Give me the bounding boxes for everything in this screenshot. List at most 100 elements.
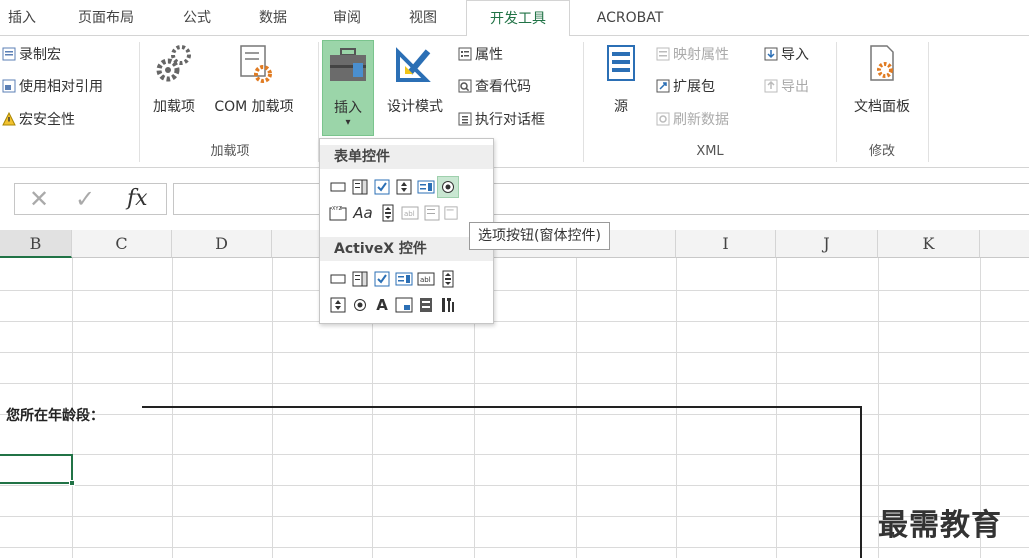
combo-dropdown-edit-icon	[444, 203, 458, 223]
com-addins-label: COM 加载项	[214, 99, 294, 115]
more-controls-icon[interactable]	[438, 295, 458, 315]
activex-scroll-bar-icon[interactable]	[438, 269, 458, 289]
option-button-tooltip: 选项按钮(窗体控件)	[469, 222, 610, 250]
svg-text:abl: abl	[404, 210, 415, 218]
insert-label: 插入	[334, 100, 362, 116]
tab-formulas[interactable]: 公式	[172, 0, 222, 36]
toolbox-icon	[330, 48, 366, 81]
fill-handle[interactable]	[69, 480, 75, 486]
activex-label-icon[interactable]: A	[372, 295, 392, 315]
refresh-data-button[interactable]: 刷新数据	[656, 109, 729, 131]
export-label: 导出	[781, 79, 809, 95]
grid-line	[0, 352, 1029, 353]
tab-acrobat[interactable]: ACROBAT	[580, 0, 680, 36]
insert-controls-dropdown: 表单控件 XYZ Aa abl ActiveX 控件 abl A	[319, 138, 494, 324]
column-header-i[interactable]: I	[676, 230, 776, 258]
properties-button[interactable]: 属性	[458, 44, 503, 66]
map-properties-button[interactable]: 映射属性	[656, 44, 729, 66]
column-header-j[interactable]: J	[776, 230, 878, 258]
insert-control-button[interactable]: 插入 ▾	[322, 40, 374, 136]
activex-text-box-icon[interactable]: abl	[416, 269, 436, 289]
list-box-icon[interactable]	[416, 177, 436, 197]
run-dialog-label: 执行对话框	[475, 112, 545, 128]
column-header-d[interactable]: D	[172, 230, 272, 258]
document-panel-button[interactable]: 文档面板	[844, 44, 920, 124]
activex-list-box-icon[interactable]	[394, 269, 414, 289]
properties-label: 属性	[475, 47, 503, 63]
formula-buttons: ✕ ✓ fx	[14, 183, 167, 215]
formula-input[interactable]	[173, 183, 1029, 215]
export-button[interactable]: 导出	[764, 76, 809, 98]
tab-data[interactable]: 数据	[248, 0, 298, 36]
tab-developer[interactable]: 开发工具	[466, 0, 570, 37]
insert-function-icon[interactable]: fx	[127, 186, 148, 211]
combo-box-icon[interactable]	[350, 177, 370, 197]
record-macro-icon	[2, 47, 16, 61]
active-cell[interactable]	[0, 454, 75, 486]
tab-view[interactable]: 视图	[398, 0, 448, 36]
svg-text:abl: abl	[420, 276, 431, 284]
macro-security-button[interactable]: 宏安全性	[2, 109, 75, 131]
map-properties-icon	[656, 47, 670, 61]
tab-review[interactable]: 审阅	[322, 0, 372, 36]
grid-line	[0, 290, 1029, 291]
option-button-icon[interactable]	[437, 176, 459, 198]
activex-controls-header: ActiveX 控件	[320, 237, 493, 261]
combo-list-edit-icon	[422, 203, 442, 223]
import-button[interactable]: 导入	[764, 44, 809, 66]
enter-icon[interactable]: ✓	[75, 185, 95, 213]
design-mode-icon	[396, 47, 431, 82]
design-mode-label: 设计模式	[387, 99, 443, 115]
addins-group-label: 加载项	[210, 144, 250, 159]
relative-reference-icon	[2, 79, 16, 93]
activex-option-button-icon[interactable]	[350, 295, 370, 315]
label-control-icon[interactable]: Aa	[350, 203, 376, 223]
xml-source-icon	[607, 45, 635, 81]
activex-toggle-button-icon[interactable]	[416, 295, 436, 315]
expansion-packs-icon	[656, 79, 670, 93]
activex-image-icon[interactable]	[394, 295, 414, 315]
grid-line	[0, 321, 1029, 322]
spin-button-icon[interactable]	[394, 177, 414, 197]
relative-reference-label: 使用相对引用	[19, 79, 103, 95]
activex-button-icon[interactable]	[328, 269, 348, 289]
ribbon: 录制宏 使用相对引用 宏安全性 加载项 COM 加载项 加载项 插入 ▾ 设计模…	[0, 36, 1029, 168]
text-field-icon: abl	[400, 203, 420, 223]
design-mode-button[interactable]: 设计模式	[378, 40, 452, 136]
relative-reference-button[interactable]: 使用相对引用	[2, 76, 103, 98]
xml-source-button[interactable]: 源	[596, 44, 646, 124]
refresh-data-icon	[656, 112, 670, 126]
view-code-icon	[458, 79, 472, 93]
activex-spin-button-icon[interactable]	[328, 295, 348, 315]
export-icon	[764, 79, 778, 93]
tab-insert[interactable]: 插入	[0, 0, 44, 36]
column-header-l[interactable]	[980, 230, 1029, 258]
age-group-label: 您所在年龄段：	[6, 408, 104, 424]
com-addins-button[interactable]: COM 加载项	[204, 42, 304, 122]
record-macro-button[interactable]: 录制宏	[2, 44, 61, 66]
group-box-frame[interactable]	[142, 406, 862, 558]
addins-button[interactable]: 加载项	[145, 42, 203, 122]
import-icon	[764, 47, 778, 61]
group-box-icon[interactable]: XYZ	[328, 203, 348, 223]
column-header-c[interactable]: C	[72, 230, 172, 258]
cancel-icon[interactable]: ✕	[29, 185, 49, 213]
tab-page-layout[interactable]: 页面布局	[66, 0, 146, 36]
record-macro-label: 录制宏	[19, 47, 61, 63]
view-code-button[interactable]: 查看代码	[458, 76, 531, 98]
addins-label: 加载项	[153, 99, 195, 115]
scroll-bar-icon[interactable]	[378, 203, 398, 223]
formula-bar: ✕ ✓ fx	[0, 168, 1029, 230]
expansion-packs-button[interactable]: 扩展包	[656, 76, 715, 98]
activex-combo-box-icon[interactable]	[350, 269, 370, 289]
column-header-b[interactable]: B	[0, 230, 72, 258]
checkbox-icon[interactable]	[372, 177, 392, 197]
button-control-icon[interactable]	[328, 177, 348, 197]
grid-line	[0, 383, 1029, 384]
modify-group-label: 修改	[868, 144, 895, 159]
column-header-k[interactable]: K	[878, 230, 980, 258]
activex-checkbox-icon[interactable]	[372, 269, 392, 289]
map-properties-label: 映射属性	[673, 47, 729, 63]
form-controls-header: 表单控件	[320, 145, 493, 169]
run-dialog-button[interactable]: 执行对话框	[458, 109, 545, 131]
